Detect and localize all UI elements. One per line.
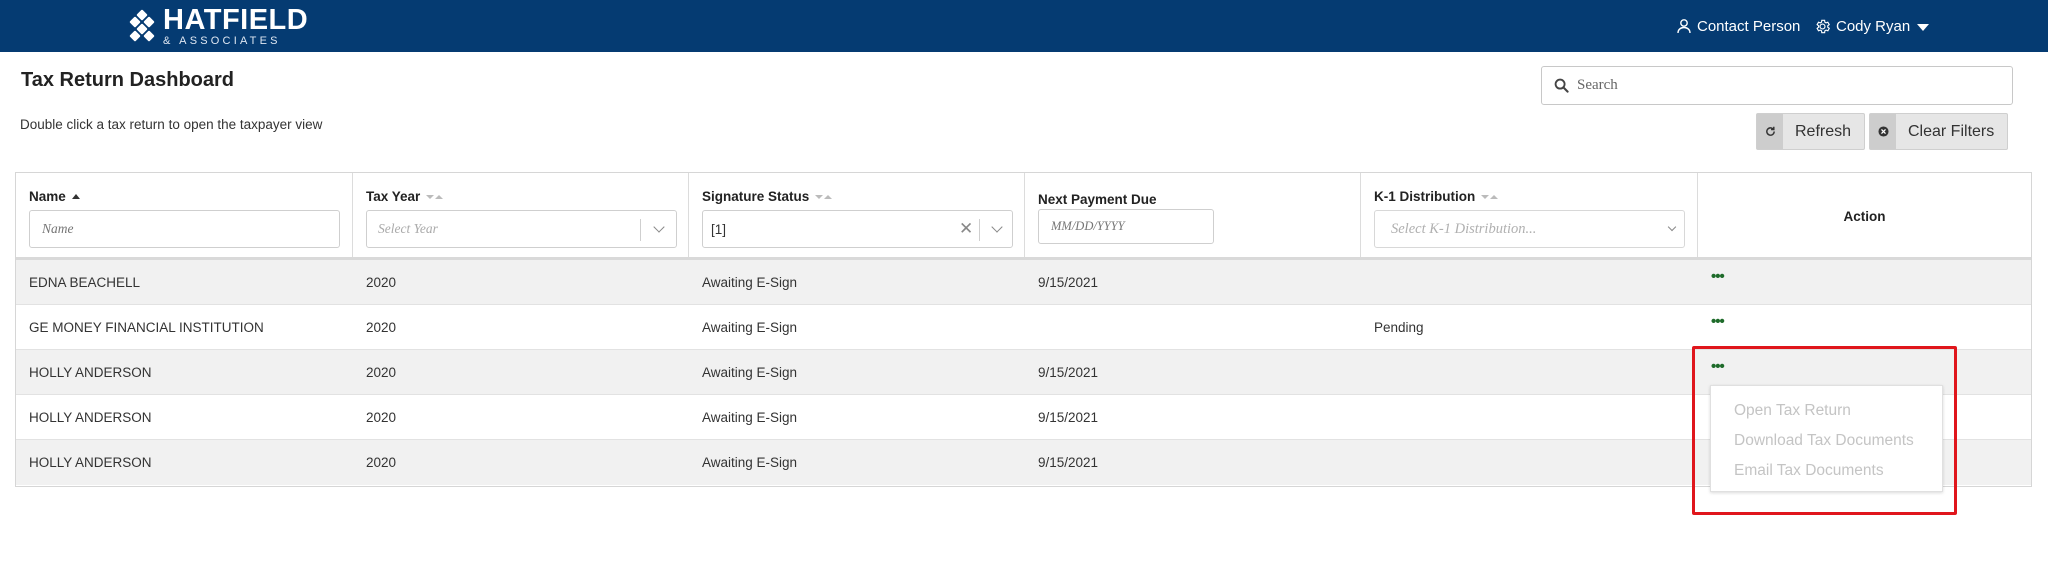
logo-subtitle: & ASSOCIATES [163,34,281,47]
cell-next-payment-due: 9/15/2021 [1038,455,1099,470]
cell-tax-year: 2020 [366,274,397,290]
clear-filters-button[interactable]: Clear Filters [1869,113,2008,150]
page-title: Tax Return Dashboard [21,69,234,91]
refresh-icon [1757,114,1783,149]
cell-next-payment-due: 9/15/2021 [1038,274,1099,290]
select-separator [640,219,641,241]
menu-item-email-tax-documents[interactable]: Email Tax Documents [1711,456,1942,486]
column-header-next-payment-due: Next Payment Due [1038,192,1157,207]
menu-item-download-tax-documents[interactable]: Download Tax Documents [1711,426,1942,456]
cell-k1-distribution [1361,440,1698,485]
column-name: Name [16,173,353,257]
top-navbar: HATFIELD & ASSOCIATES Contact Person Cod… [0,0,2048,52]
cell-k1-distribution [1361,260,1698,304]
contact-person-link[interactable]: Contact Person [1676,0,1800,52]
cell-k1-distribution [1361,350,1698,394]
page-subtitle: Double click a tax return to open the ta… [20,117,323,132]
cell-next-payment-due [1025,305,1361,349]
cell-next-payment-due: 9/15/2021 [1038,364,1099,380]
name-filter-input[interactable] [42,221,322,237]
search-input[interactable] [1577,77,1997,94]
cell-signature-status: Awaiting E-Sign [702,319,798,335]
cell-name: HOLLY ANDERSON [29,364,152,380]
column-label: Tax Year [366,189,421,204]
contact-person-label: Contact Person [1697,17,1801,35]
column-label: Signature Status [702,189,810,204]
tax-year-filter-placeholder: Select Year [378,221,438,236]
column-label: Next Payment Due [1038,192,1157,207]
column-action: Action [1698,173,2031,257]
cell-signature-status: Awaiting E-Sign [702,364,798,380]
logo-title: HATFIELD [163,3,309,36]
cell-name: GE MONEY FINANCIAL INSTITUTION [29,319,264,335]
column-tax-year: Tax Year Select Year [353,173,689,257]
refresh-label: Refresh [1795,122,1852,140]
column-k1-distribution: K-1 Distribution Select K-1 Distribution… [1361,173,1698,257]
sort-icon [815,194,833,199]
row-actions-button[interactable]: ••• [1711,313,1725,330]
cell-signature-status: Awaiting E-Sign [702,409,798,425]
cell-name: EDNA BEACHELL [29,274,141,290]
logo-icon [127,9,157,42]
k1-distribution-filter[interactable]: Select K-1 Distribution... [1374,210,1685,248]
table-row[interactable]: EDNA BEACHELL 2020 Awaiting E-Sign 9/15/… [16,260,2031,305]
column-header-k1-distribution[interactable]: K-1 Distribution [1374,189,1499,204]
k1-filter-placeholder: Select K-1 Distribution... [1391,220,1537,237]
cell-signature-status: Awaiting E-Sign [702,455,798,470]
date-filter-input[interactable] [1051,219,1201,234]
menu-item-open-tax-return[interactable]: Open Tax Return [1711,396,1942,426]
user-name: Cody Ryan [1836,17,1911,35]
sort-ascending-icon [71,194,80,199]
refresh-button[interactable]: Refresh [1756,113,1865,150]
cell-next-payment-due: 9/15/2021 [1038,409,1099,425]
cell-tax-year: 2020 [366,409,397,425]
chevron-down-icon[interactable] [1667,222,1677,232]
column-signature-status: Signature Status [1] ✕ [689,173,1025,257]
name-filter [29,210,340,248]
row-actions-menu: Open Tax Return Download Tax Documents E… [1710,385,1943,492]
chevron-down-icon[interactable] [991,221,1003,233]
tax-year-filter[interactable]: Select Year [366,210,677,248]
cell-name: HOLLY ANDERSON [29,409,152,425]
row-actions-button[interactable]: ••• [1711,268,1725,285]
gear-icon [1816,19,1831,33]
column-next-payment-due: Next Payment Due [1025,173,1361,257]
next-payment-filter [1038,209,1214,244]
table-row[interactable]: GE MONEY FINANCIAL INSTITUTION 2020 Awai… [16,305,2031,350]
cell-tax-year: 2020 [366,364,397,380]
caret-down-icon [1917,23,1930,31]
cell-k1-distribution [1361,395,1698,439]
signature-status-filter[interactable]: [1] ✕ [702,210,1013,248]
chevron-down-icon[interactable] [653,221,665,233]
column-header-signature-status[interactable]: Signature Status [702,189,833,204]
cell-tax-year: 2020 [366,455,397,470]
search-icon [1554,78,1569,93]
column-header-action: Action [1843,209,1886,224]
select-separator [979,219,980,241]
search-box [1541,66,2013,105]
cell-name: HOLLY ANDERSON [29,455,152,470]
clear-filters-label: Clear Filters [1908,122,1995,140]
column-header-name[interactable]: Name [29,189,80,204]
clear-selection-icon[interactable]: ✕ [959,219,973,239]
user-menu[interactable]: Cody Ryan [1814,0,1930,52]
cell-signature-status: Awaiting E-Sign [702,274,798,290]
signature-status-filter-value: [1] [711,221,727,237]
column-label: K-1 Distribution [1374,189,1476,204]
row-actions-button[interactable]: ••• [1711,358,1725,375]
clear-icon [1870,114,1896,149]
cell-tax-year: 2020 [366,319,397,335]
cell-k1-distribution: Pending [1374,319,1424,335]
person-icon [1677,19,1691,34]
table-header: Name Tax Year Select Year Signature Stat… [16,173,2031,260]
column-label: Name [29,189,66,204]
sort-icon [1481,194,1499,199]
company-logo[interactable]: HATFIELD & ASSOCIATES [127,3,309,47]
column-header-tax-year[interactable]: Tax Year [366,189,444,204]
sort-icon [426,194,444,199]
